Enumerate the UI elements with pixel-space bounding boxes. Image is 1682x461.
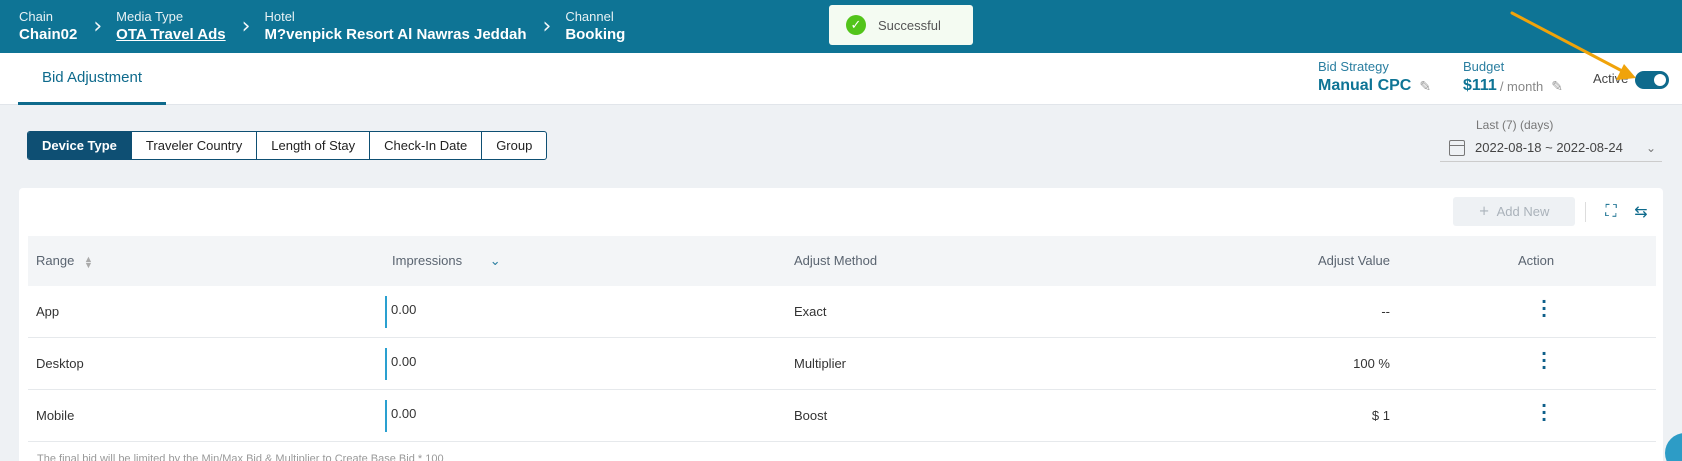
plus-icon: + [1478, 204, 1490, 219]
cell-impressions: 0.00 [391, 406, 417, 421]
edit-icon[interactable]: ✎ [1551, 78, 1563, 95]
table-row: App 0.00 Exact -- · · · [28, 286, 1656, 338]
tab-check-in-date[interactable]: Check-In Date [370, 132, 483, 159]
breadcrumb-hotel-value: M?venpick Resort Al Nawras Jeddah [264, 25, 527, 43]
more-actions-icon[interactable]: · · · [1539, 346, 1549, 376]
column-header-adjust-method: Adjust Method [794, 253, 878, 268]
breadcrumb-media-type: Media Type OTA Travel Ads [116, 9, 225, 45]
impressions-bar [385, 296, 387, 328]
date-range-field[interactable]: 2022-08-18 ~ 2022-08-24 ⌄ [1440, 138, 1662, 162]
column-header-impressions[interactable]: Impressions ⌄ [392, 253, 501, 269]
breadcrumb-channel-value: Booking [565, 25, 626, 43]
tab-group[interactable]: Group [482, 132, 546, 159]
cell-impressions: 0.00 [391, 302, 417, 317]
breadcrumb-channel: Channel Booking [565, 9, 625, 45]
impressions-bar [385, 400, 387, 432]
chevron-right-icon: › [93, 14, 103, 39]
bid-strategy-value-row: Manual CPC ✎ [1318, 77, 1431, 95]
column-header-impressions-label: Impressions [392, 253, 463, 268]
bid-adjustment-card: + Add New ⛶ ⇆ Range ▲ ▼ Impressions ⌄ Adj… [19, 188, 1663, 461]
cell-adjust-method: Multiplier [794, 356, 847, 371]
add-new-button[interactable]: + Add New [1453, 197, 1575, 226]
chevron-down-icon[interactable]: ⌄ [490, 254, 501, 269]
tab-bid-adjustment[interactable]: Bid Adjustment [18, 53, 166, 105]
column-header-range-label: Range [36, 253, 75, 268]
breadcrumb-chain: Chain Chain02 [19, 9, 77, 45]
budget: Budget $111 / month ✎ [1463, 59, 1563, 95]
bid-strategy-value: Manual CPC [1318, 77, 1412, 94]
cell-impressions: 0.00 [391, 354, 417, 369]
budget-label: Budget [1463, 59, 1505, 74]
chevron-down-icon[interactable]: ⌄ [1646, 141, 1656, 155]
chevron-right-icon: › [542, 14, 552, 39]
active-label: Active [1593, 71, 1629, 86]
breadcrumb-hotel-label: Hotel [264, 8, 295, 24]
dimension-tabs: Device Type Traveler Country Length of S… [27, 131, 548, 160]
column-header-range[interactable]: Range ▲ ▼ [36, 253, 93, 269]
toolbar-divider [1585, 202, 1586, 222]
add-new-label: Add New [1496, 204, 1550, 219]
toast-text: Successful [878, 17, 941, 33]
column-settings-icon[interactable]: ⇆ [1631, 201, 1651, 221]
breadcrumb-media-type-link[interactable]: OTA Travel Ads [116, 25, 225, 45]
tab-length-of-stay[interactable]: Length of Stay [257, 132, 371, 159]
cell-adjust-value: $ 1 [1371, 408, 1390, 423]
chevron-right-icon: › [241, 14, 251, 39]
cell-adjust-method: Exact [794, 304, 827, 319]
check-circle-icon: ✓ [846, 15, 866, 35]
help-bubble[interactable] [1665, 433, 1682, 461]
cell-adjust-value: -- [1381, 304, 1390, 319]
bid-strategy-label: Bid Strategy [1318, 59, 1389, 74]
bid-strategy: Bid Strategy Manual CPC ✎ [1318, 59, 1431, 95]
calendar-icon [1449, 139, 1465, 156]
cell-range: Mobile [36, 408, 75, 423]
budget-value-row: $111 / month ✎ [1463, 77, 1563, 95]
tab-traveler-country[interactable]: Traveler Country [132, 132, 258, 159]
budget-unit: / month [1499, 78, 1544, 94]
breadcrumb-chain-value: Chain02 [19, 25, 78, 43]
tab-device-type[interactable]: Device Type [28, 132, 132, 159]
sort-icon[interactable]: ▲ ▼ [84, 254, 93, 269]
success-toast: ✓ Successful [829, 5, 973, 45]
active-toggle[interactable] [1635, 71, 1669, 89]
more-actions-icon[interactable]: · · · [1539, 398, 1549, 428]
date-range-label: Last (7) (days) [1476, 118, 1554, 132]
column-header-action: Action [1518, 253, 1555, 268]
impressions-bar [385, 348, 387, 380]
sub-header: Bid Adjustment Bid Strategy Manual CPC ✎… [0, 53, 1682, 105]
table-row: Mobile 0.00 Boost $ 1 · · · [28, 390, 1656, 442]
table-row: Desktop 0.00 Multiplier 100 % · · · [28, 338, 1656, 390]
breadcrumb-hotel: Hotel M?venpick Resort Al Nawras Jeddah [264, 9, 526, 45]
footnote: The final bid will be limited by the Min… [37, 453, 444, 461]
breadcrumb-chain-label: Chain [19, 8, 53, 24]
column-header-adjust-value: Adjust Value [1317, 253, 1390, 268]
more-actions-icon[interactable]: · · · [1539, 294, 1549, 324]
breadcrumb-channel-label: Channel [565, 8, 614, 24]
date-range-picker[interactable]: Last (7) (days) 2022-08-18 ~ 2022-08-24 … [1440, 118, 1662, 162]
cell-adjust-value: 100 % [1353, 356, 1390, 371]
date-range-value: 2022-08-18 ~ 2022-08-24 [1475, 140, 1623, 155]
cell-adjust-method: Boost [794, 408, 828, 423]
budget-value: $111 [1463, 77, 1497, 94]
edit-icon[interactable]: ✎ [1419, 78, 1431, 95]
table-header: Range ▲ ▼ Impressions ⌄ Adjust Method Adj… [28, 236, 1656, 286]
fullscreen-icon[interactable]: ⛶ [1601, 201, 1621, 221]
breadcrumb-media-type-label: Media Type [116, 8, 184, 24]
cell-range: App [36, 304, 60, 319]
cell-range: Desktop [36, 356, 84, 371]
